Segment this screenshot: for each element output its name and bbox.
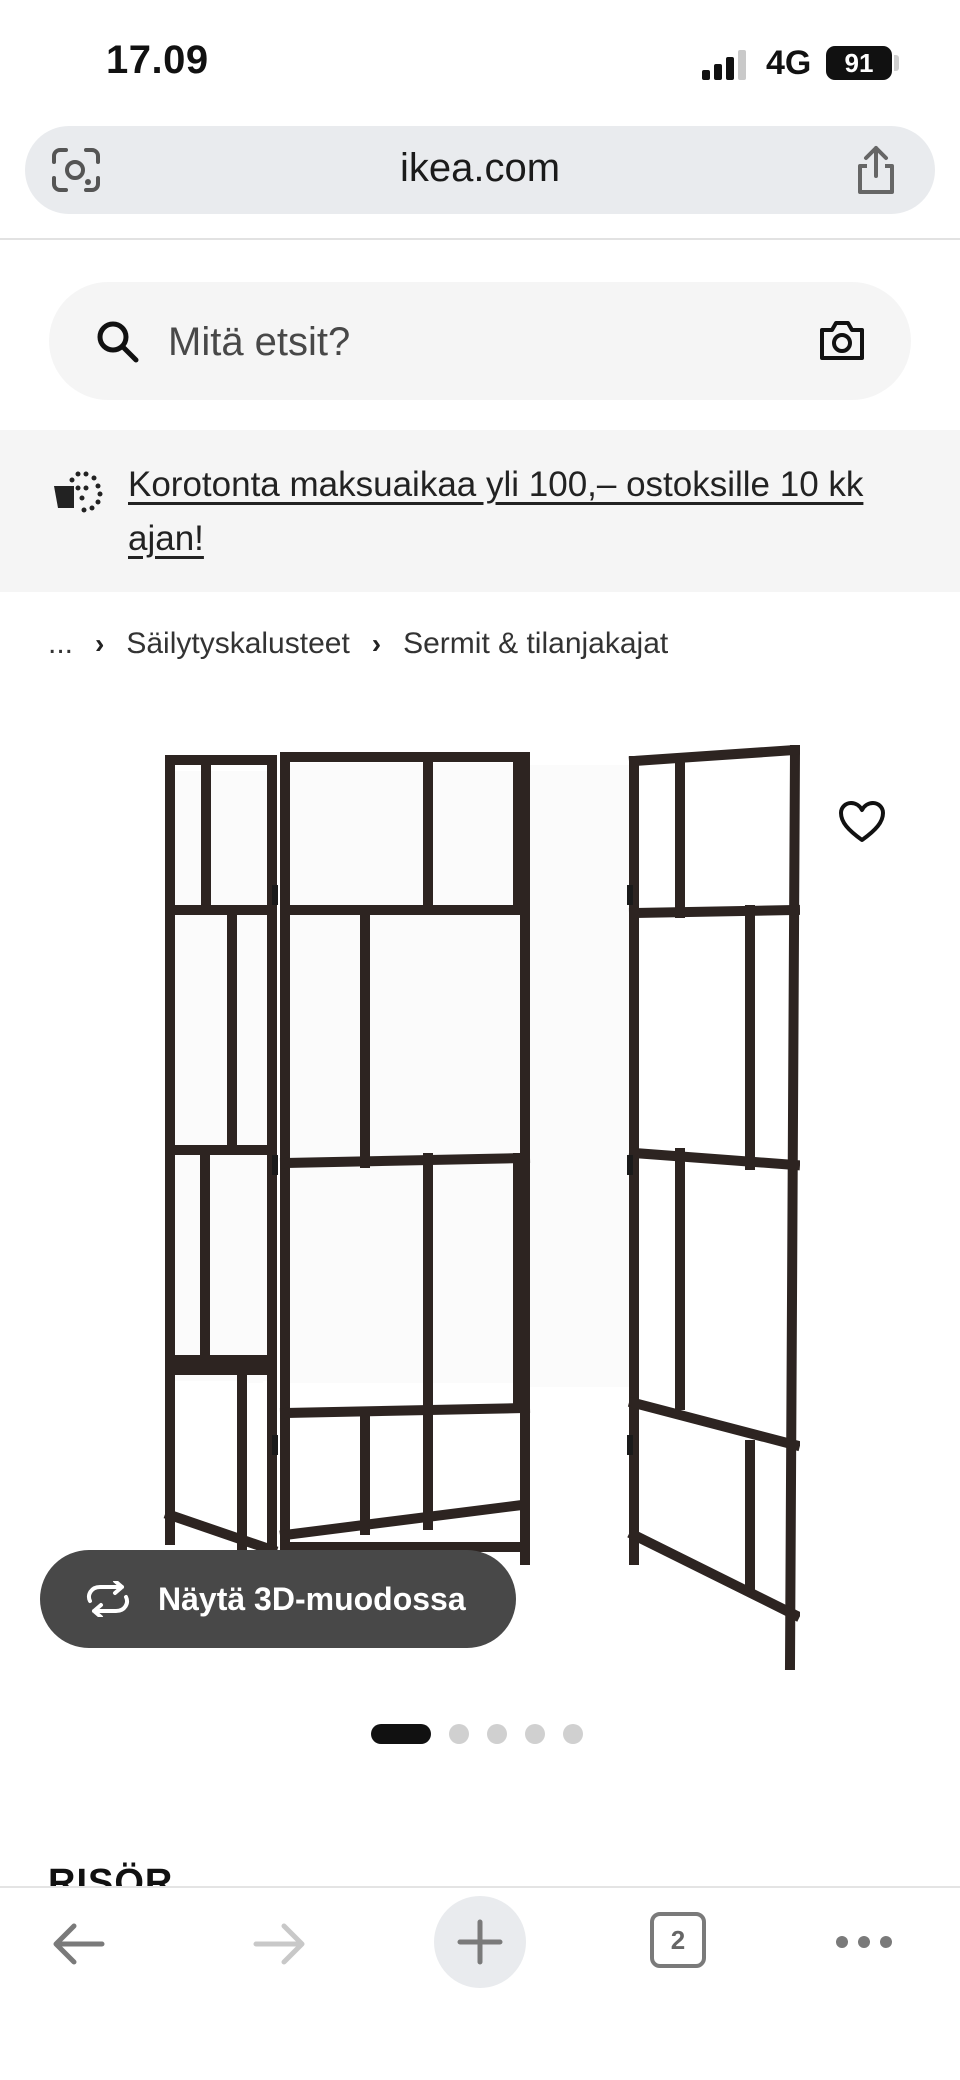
network-type: 4G bbox=[766, 44, 812, 82]
carousel-dot[interactable] bbox=[525, 1724, 545, 1744]
plus-icon bbox=[457, 1919, 503, 1965]
share-icon[interactable] bbox=[852, 144, 900, 196]
heart-icon[interactable] bbox=[838, 800, 886, 844]
arrow-left-icon[interactable] bbox=[48, 1916, 108, 1972]
chevron-right-icon: › bbox=[371, 628, 382, 659]
breadcrumb-ellipsis[interactable]: ... bbox=[48, 627, 73, 661]
url-text[interactable]: ikea.com bbox=[0, 146, 960, 191]
battery-icon bbox=[894, 55, 899, 71]
arrow-right-icon[interactable] bbox=[250, 1916, 310, 1972]
breadcrumb-item-storage[interactable]: Säilytyskalusteet bbox=[126, 627, 349, 661]
carousel-dot[interactable] bbox=[563, 1724, 583, 1744]
search-icon bbox=[97, 321, 139, 363]
search-input[interactable] bbox=[168, 316, 728, 368]
product-image[interactable] bbox=[160, 745, 800, 1670]
product-name: RISÖR bbox=[48, 1862, 174, 1886]
status-time: 17.09 bbox=[106, 38, 209, 82]
image-carousel-indicator bbox=[371, 1724, 583, 1744]
carousel-dot[interactable] bbox=[487, 1724, 507, 1744]
view-3d-button[interactable]: Näytä 3D-muodossa bbox=[40, 1550, 516, 1648]
breadcrumb-item-room-dividers[interactable]: Sermit & tilanjakajat bbox=[403, 627, 668, 661]
camera-icon[interactable] bbox=[818, 318, 866, 362]
battery-level: 91 bbox=[826, 46, 892, 80]
payment-installment-icon bbox=[54, 471, 103, 513]
signal-icon bbox=[702, 50, 746, 80]
new-tab-button[interactable] bbox=[434, 1896, 526, 1988]
tabs-button[interactable]: 2 bbox=[650, 1912, 706, 1968]
carousel-dot[interactable] bbox=[449, 1724, 469, 1744]
chevron-right-icon: › bbox=[95, 628, 105, 659]
carousel-dot[interactable] bbox=[371, 1724, 431, 1744]
view-3d-label: Näytä 3D-muodossa bbox=[158, 1580, 466, 1617]
breadcrumb: ... › Säilytyskalusteet › Sermit & tilan… bbox=[48, 624, 668, 664]
more-icon[interactable] bbox=[834, 1930, 894, 1954]
promo-link[interactable]: Korotonta maksuaikaa yli 100,– ostoksill… bbox=[128, 458, 908, 566]
rotate-3d-icon bbox=[87, 1581, 129, 1617]
header-divider bbox=[0, 238, 960, 240]
